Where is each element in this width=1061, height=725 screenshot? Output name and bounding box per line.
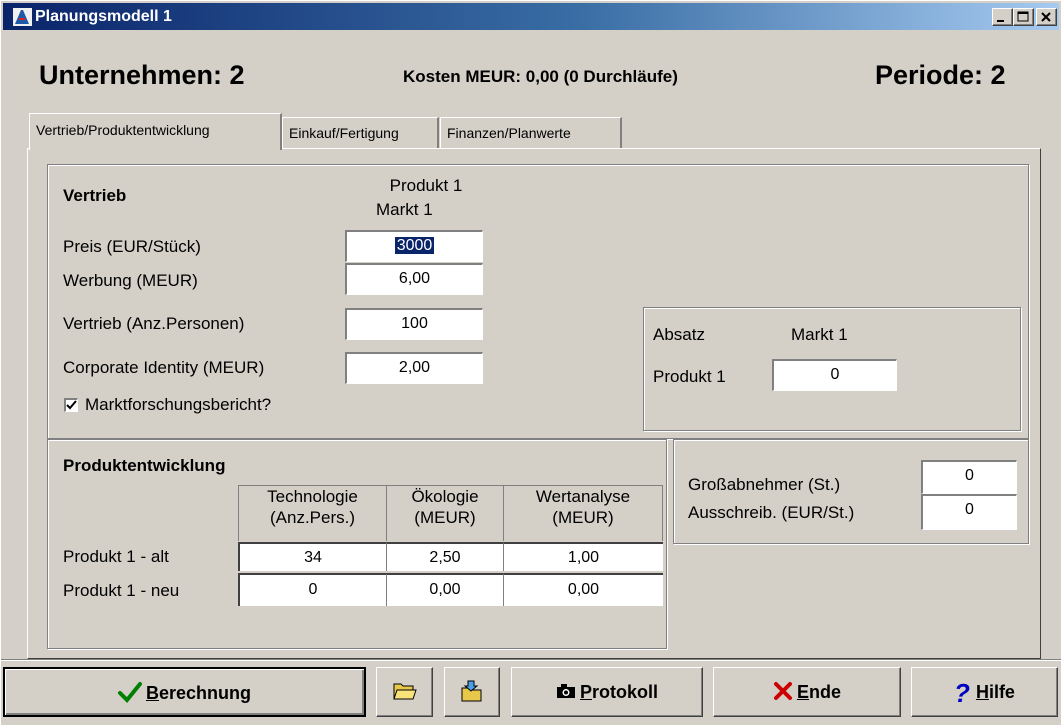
vertrieb-personen-input[interactable]: 100 <box>345 308 483 340</box>
tab-einkauf[interactable]: Einkauf/Fertigung <box>282 117 439 149</box>
cell-alt-oekologie[interactable]: 2,50 <box>386 542 503 571</box>
col-header-oekologie: Ökologie (MEUR) <box>386 485 503 541</box>
tab-vertrieb-label: Vertrieb/Produktentwicklung <box>36 122 210 138</box>
maximize-button[interactable] <box>1013 8 1034 26</box>
hilfe-mnemonic: H <box>975 682 989 702</box>
question-mark-icon: ? <box>954 678 970 709</box>
grossabnehmer-input[interactable]: 0 <box>921 460 1017 494</box>
cell-alt-technologie[interactable]: 34 <box>238 542 386 571</box>
main-window: Planungsmodell 1 Unternehmen: 2 Kosten M… <box>0 0 1061 725</box>
cell-alt-wertanalyse[interactable]: 1,00 <box>503 542 663 571</box>
check-icon <box>66 400 77 410</box>
col-header-technologie: Technologie (Anz.Pers.) <box>238 485 386 541</box>
close-button[interactable] <box>1036 8 1057 26</box>
col-header-oekologie-line1: Ökologie <box>411 487 479 506</box>
vertrieb-personen-label: Vertrieb (Anz.Personen) <box>63 314 245 333</box>
app-icon <box>13 8 32 26</box>
save-button[interactable] <box>444 667 500 717</box>
protokoll-label: rotokoll <box>592 682 658 702</box>
ende-button[interactable]: Ende <box>713 667 901 717</box>
tab-finanzen-label: Finanzen/Planwerte <box>447 125 571 141</box>
row-label-neu: Produkt 1 - neu <box>63 581 180 600</box>
preis-input[interactable]: 3000 <box>345 230 483 262</box>
corporate-identity-input[interactable]: 2,00 <box>345 352 483 384</box>
tab-finanzen[interactable]: Finanzen/Planwerte <box>440 117 622 149</box>
company-label: Unternehmen: 2 <box>39 60 245 90</box>
preis-value: 3000 <box>394 237 435 254</box>
hilfe-button[interactable]: ? Hilfe <box>911 667 1058 717</box>
vertrieb-product-header: Produkt 1 <box>389 176 463 195</box>
period-label: Periode: 2 <box>875 60 1006 90</box>
bottom-separator <box>1 659 1061 661</box>
col-header-wertanalyse-line1: Wertanalyse <box>535 487 631 506</box>
col-header-oekologie-line2: (MEUR) <box>414 508 476 527</box>
tab-vertrieb[interactable]: Vertrieb/Produktentwicklung <box>29 113 282 150</box>
vertrieb-title: Vertrieb <box>63 186 127 205</box>
col-header-wertanalyse-line2: (MEUR) <box>552 508 614 527</box>
ausschreibung-label: Ausschreib. (EUR/St.) <box>688 503 855 522</box>
open-button[interactable] <box>376 667 433 717</box>
hilfe-label: ilfe <box>988 682 1015 702</box>
ausschreibung-input[interactable]: 0 <box>921 494 1017 530</box>
cell-neu-oekologie[interactable]: 0,00 <box>386 573 503 606</box>
werbung-input[interactable]: 6,00 <box>345 263 483 295</box>
preis-label: Preis (EUR/Stück) <box>63 237 201 256</box>
absatz-market-header: Markt 1 <box>791 325 848 344</box>
close-icon <box>1041 12 1051 22</box>
ende-mnemonic: E <box>796 682 809 702</box>
col-header-technologie-line1: Technologie <box>267 487 358 506</box>
absatz-product-label: Produkt 1 <box>653 367 726 386</box>
maximize-icon <box>1017 11 1029 22</box>
tab-einkauf-label: Einkauf/Fertigung <box>289 125 399 141</box>
absatz-title: Absatz <box>653 325 705 344</box>
ende-label: nde <box>809 682 842 702</box>
save-folder-icon <box>461 680 482 702</box>
produktentwicklung-title: Produktentwicklung <box>63 456 226 475</box>
corporate-identity-label: Corporate Identity (MEUR) <box>63 358 265 377</box>
col-header-technologie-line2: (Anz.Pers.) <box>269 508 356 527</box>
marktforschung-label: Marktforschungsbericht? <box>85 395 272 414</box>
title-bar[interactable]: Planungsmodell 1 <box>3 3 1059 30</box>
cell-neu-technologie[interactable]: 0 <box>238 573 386 606</box>
open-folder-icon <box>392 683 417 700</box>
costs-label: Kosten MEUR: 0,00 (0 Durchläufe) <box>403 67 678 86</box>
row-label-alt: Produkt 1 - alt <box>63 547 169 566</box>
camera-icon <box>556 684 575 699</box>
window-title: Planungsmodell 1 <box>35 8 172 25</box>
berechnung-mnemonic: B <box>145 683 159 703</box>
protokoll-mnemonic: P <box>579 682 592 702</box>
vertrieb-market-header: Markt 1 <box>376 200 433 219</box>
protokoll-button[interactable]: Protokoll <box>511 667 703 717</box>
werbung-label: Werbung (MEUR) <box>63 271 198 290</box>
cross-icon <box>773 682 792 701</box>
cell-neu-wertanalyse[interactable]: 0,00 <box>503 573 663 606</box>
col-header-wertanalyse: Wertanalyse (MEUR) <box>503 485 663 541</box>
minimize-icon <box>997 20 1004 22</box>
berechnung-label: erechnung <box>158 683 251 703</box>
checkmark-icon <box>117 682 142 704</box>
minimize-button[interactable] <box>992 8 1013 26</box>
berechnung-button[interactable]: Berechnung <box>3 667 366 717</box>
absatz-input[interactable]: 0 <box>772 359 897 391</box>
grossabnehmer-label: Großabnehmer (St.) <box>688 475 841 494</box>
marktforschung-checkbox[interactable] <box>64 398 78 412</box>
